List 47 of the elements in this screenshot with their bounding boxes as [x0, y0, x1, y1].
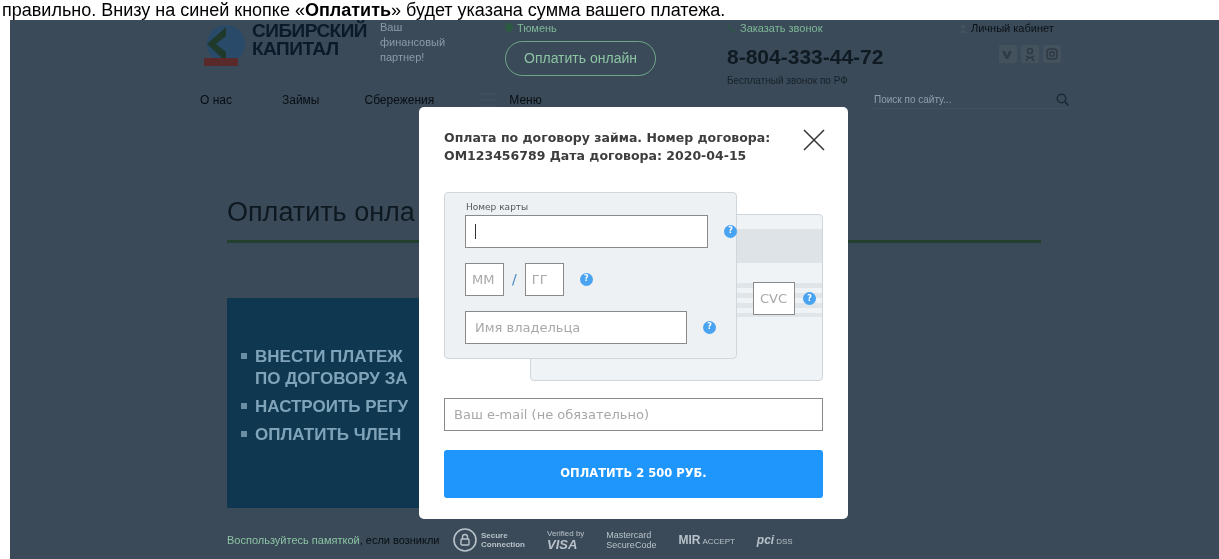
- month-field[interactable]: ММ: [465, 262, 504, 296]
- help-icon[interactable]: ?: [579, 272, 593, 286]
- search-placeholder: Поиск по сайту...: [874, 93, 953, 106]
- badge-text: pci DSS: [756, 534, 793, 546]
- caption-text: правильно. Внизу на синей кнопке «Оплатить» будет указана сумма вашего платежа.: [1, 0, 727, 20]
- badge-text: MIR ACCEPT: [678, 534, 735, 546]
- badge-text: Mastercard SecureCode: [606, 530, 657, 550]
- nav-link[interactable]: О нас: [200, 93, 232, 107]
- banner-text: ОПЛАТИТЬ ЧЛЕН: [255, 424, 402, 446]
- camera-icon[interactable]: [1043, 44, 1061, 63]
- date-separator: /: [512, 269, 517, 289]
- city-link[interactable]: Тюмень: [517, 20, 557, 37]
- year-field[interactable]: ГГ: [524, 262, 564, 296]
- dialog-title: Оплата по договору займа. Номер договора: OM123456789 Дата договора: 2020-04-15: [444, 129, 772, 165]
- nav-link[interactable]: Займы: [281, 93, 320, 107]
- field-label: Номер карты: [466, 201, 530, 214]
- social-icon[interactable]: [1021, 44, 1039, 63]
- help-icon[interactable]: ?: [703, 320, 716, 334]
- social-icon[interactable]: [999, 44, 1017, 63]
- email-field[interactable]: Ваш e-mail (не обязательно): [444, 398, 823, 431]
- lock-icon: [453, 528, 477, 552]
- badge-text: Secure Connection: [481, 531, 525, 549]
- search-icon[interactable]: [1056, 93, 1069, 106]
- cvc-field[interactable]: CVC: [753, 282, 795, 315]
- account-link[interactable]: Личный кабинет: [971, 20, 1054, 37]
- tagline-text: партнер!: [380, 50, 426, 65]
- tagline-text: Ваш: [380, 20, 404, 35]
- help-note: Воспользуйтесь памяткой, если возникли: [227, 533, 440, 548]
- bullet-mark: [241, 353, 247, 359]
- callback-link[interactable]: Заказать звонок: [740, 20, 823, 37]
- banner-text: НАСТРОИТЬ РЕГУ: [255, 396, 409, 418]
- nav-link[interactable]: Сбережения: [364, 93, 435, 107]
- badge-text: Verified by VISA: [547, 529, 585, 551]
- guide-link[interactable]: Воспользуйтесь памяткой: [227, 534, 360, 546]
- banner-text: ПО ДОГОВОРУ ЗА: [255, 368, 408, 390]
- menu-icon[interactable]: [479, 93, 498, 107]
- bullet-mark: [241, 431, 247, 437]
- bullet-mark: [241, 403, 247, 409]
- search-field[interactable]: Поиск по сайту...: [874, 91, 1069, 109]
- page-heading: Оплатить онла: [227, 196, 415, 228]
- tagline-text: финансовый: [380, 35, 447, 50]
- close-button[interactable]: [802, 127, 826, 151]
- menu-link[interactable]: Меню: [509, 93, 542, 107]
- help-icon[interactable]: ?: [724, 224, 737, 238]
- cardholder-name-field[interactable]: Имя владельца: [465, 310, 687, 344]
- banner-text: ВНЕСТИ ПЛАТЕЖ: [255, 346, 404, 368]
- pay-button[interactable]: ОПЛАТИТЬ 2 500 РУБ.: [444, 450, 823, 498]
